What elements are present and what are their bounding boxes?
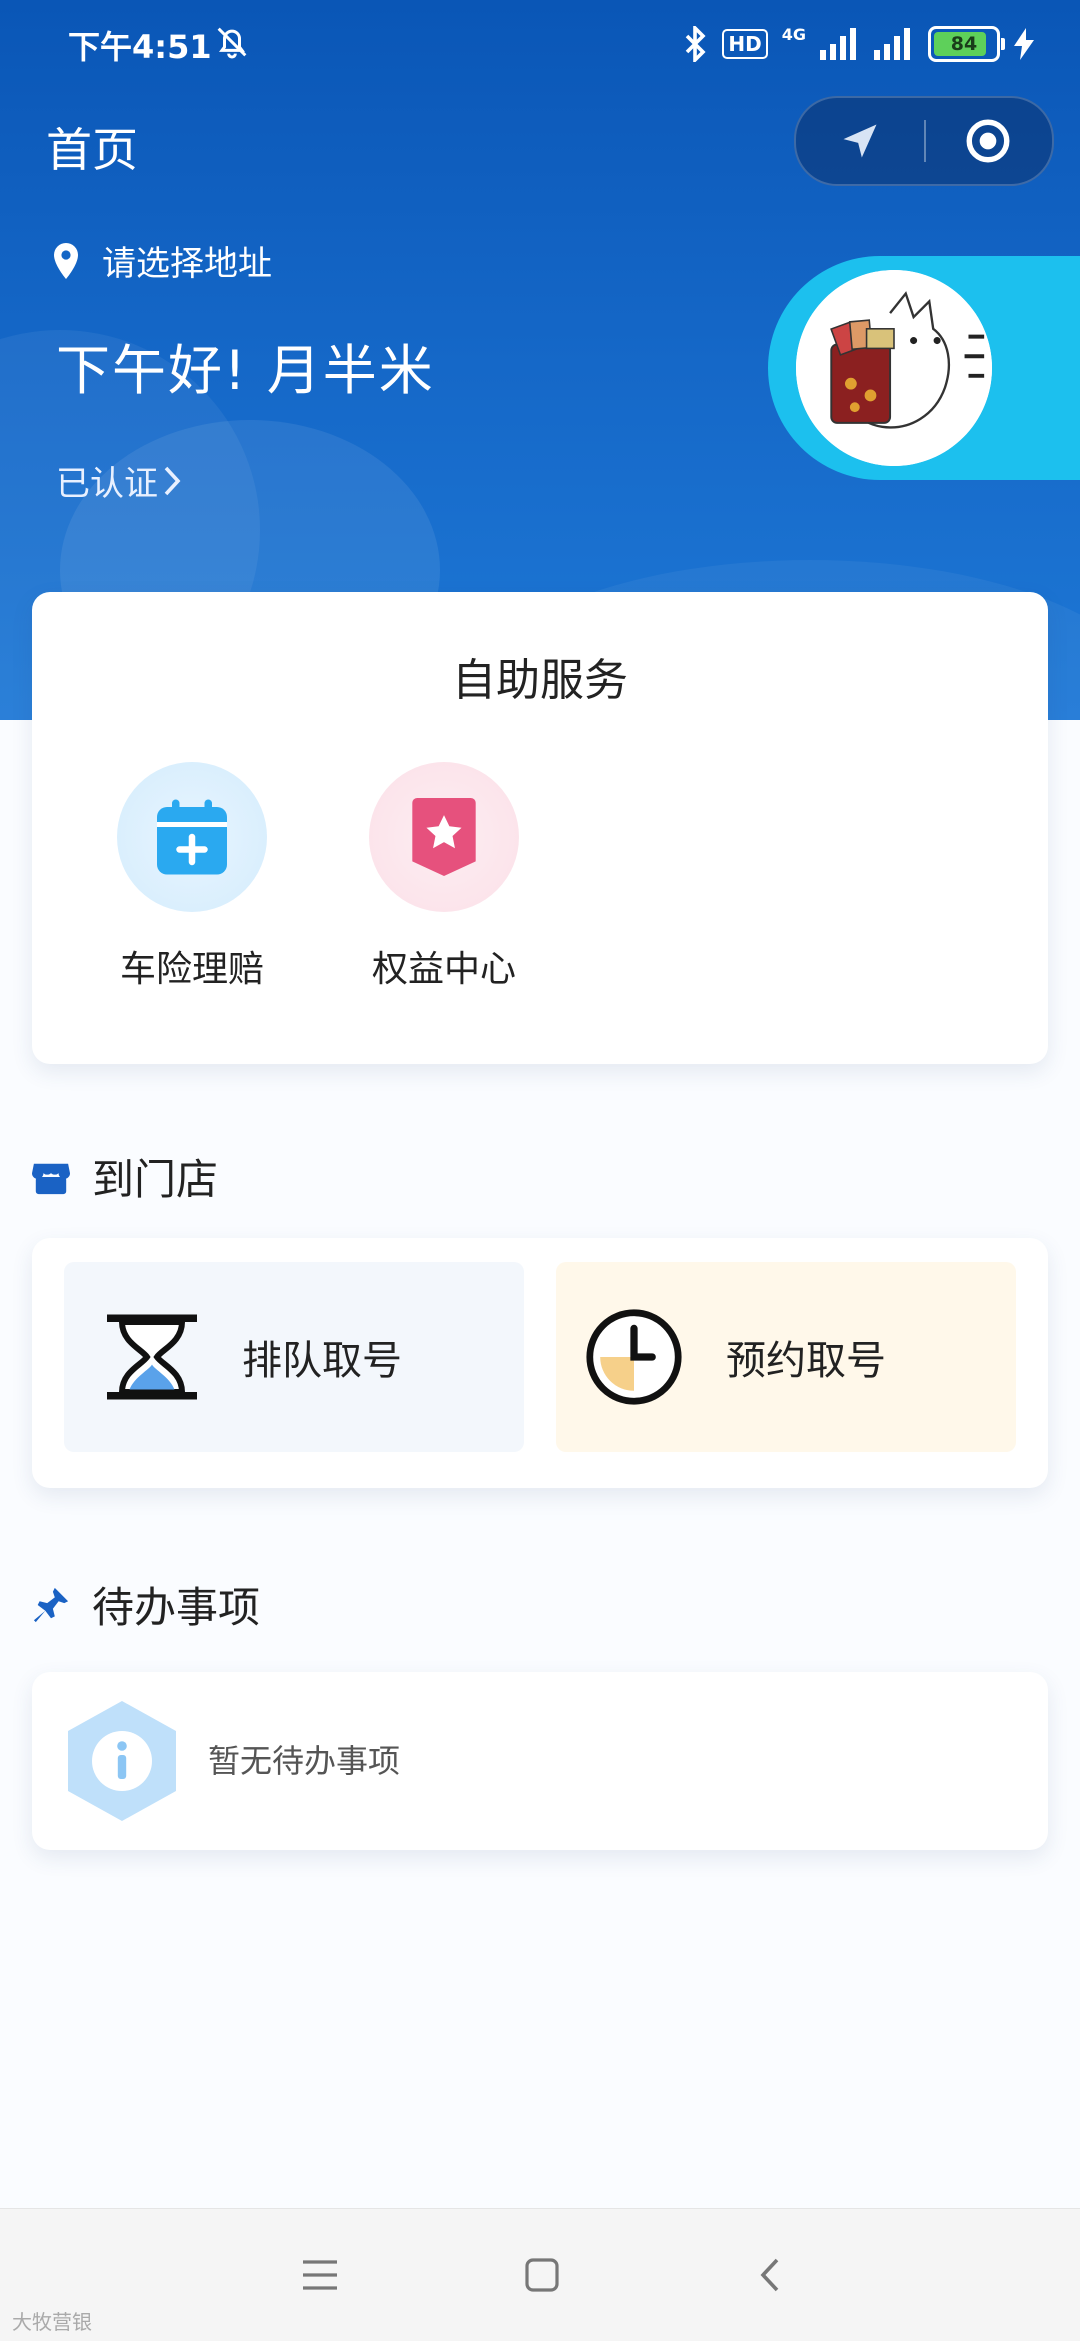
store-section-header: 到门店 [32, 1146, 218, 1207]
back-button[interactable] [740, 2245, 800, 2305]
menu-icon [303, 2260, 337, 2290]
status-time: 下午4:51 [68, 28, 212, 66]
appointment-number-tile[interactable]: 预约取号 [556, 1262, 1016, 1452]
signal-icon [820, 28, 856, 60]
store-card: 排队取号 预约取号 [32, 1238, 1048, 1488]
todo-section-header: 待办事项 [32, 1574, 260, 1635]
info-hexagon-icon [68, 1701, 176, 1821]
battery-level: 84 [950, 33, 978, 55]
self-service-title: 自助服务 [452, 655, 628, 706]
todo-empty-text: 暂无待办事项 [208, 1742, 401, 1780]
charging-icon [1014, 28, 1034, 60]
greeting-text: 下午好! 月半米 [56, 339, 435, 402]
address-selector[interactable]: 请选择地址 [52, 236, 272, 285]
self-service-card: 自助服务 车险理赔 权益中心 [32, 592, 1048, 1064]
store-section-title: 到门店 [92, 1155, 219, 1204]
title-bar: 首页 [0, 96, 1080, 188]
system-nav-bar: 大牧营银 [0, 2208, 1080, 2341]
chevron-right-icon [164, 466, 181, 495]
queue-number-tile[interactable]: 排队取号 [64, 1262, 524, 1452]
home-button[interactable] [512, 2245, 572, 2305]
mini-program-capsule [794, 96, 1054, 186]
hourglass-icon [107, 1314, 197, 1400]
appointment-number-label: 预约取号 [726, 1338, 886, 1384]
store-icon [32, 1163, 70, 1194]
cartoon-cat-avatar-icon [796, 270, 992, 466]
watermark: 大牧营银 [12, 2310, 92, 2334]
chevron-left-icon [760, 2258, 779, 2292]
queue-number-label: 排队取号 [242, 1338, 402, 1384]
calendar-plus-icon [157, 799, 227, 875]
page-title: 首页 [46, 123, 138, 177]
hd-badge: HD [722, 29, 768, 59]
signal-2-icon [874, 28, 910, 60]
battery-indicator: 84 [928, 26, 1005, 62]
location-button[interactable] [796, 98, 924, 184]
benefits-icon-wrap [369, 762, 519, 912]
address-placeholder: 请选择地址 [102, 244, 272, 284]
service-item-claims[interactable]: 车险理赔 [82, 762, 302, 992]
network-type: 4G [781, 24, 806, 44]
square-home-icon [525, 2258, 559, 2292]
navigation-arrow-icon [843, 124, 877, 158]
bluetooth-icon [686, 26, 706, 62]
verified-label: 已认证 [56, 464, 158, 504]
close-target-button[interactable] [924, 98, 1052, 184]
bell-muted-icon [217, 27, 247, 59]
target-circle-icon [966, 119, 1010, 163]
location-pin-icon [54, 242, 78, 279]
clock-icon [586, 1309, 682, 1405]
claims-icon-wrap [117, 762, 267, 912]
todo-section-title: 待办事项 [92, 1583, 261, 1632]
pushpin-icon [33, 1587, 69, 1622]
claims-label: 车险理赔 [119, 949, 264, 990]
benefits-label: 权益中心 [371, 949, 516, 990]
verified-link[interactable]: 已认证 [56, 456, 182, 505]
avatar[interactable] [796, 270, 992, 466]
status-bar: 下午4:51 HD 4G 84 [0, 0, 1080, 90]
menu-button[interactable] [290, 2245, 350, 2305]
todo-card: 暂无待办事项 [32, 1672, 1048, 1850]
service-item-benefits[interactable]: 权益中心 [334, 762, 554, 992]
star-badge-icon [412, 798, 476, 876]
